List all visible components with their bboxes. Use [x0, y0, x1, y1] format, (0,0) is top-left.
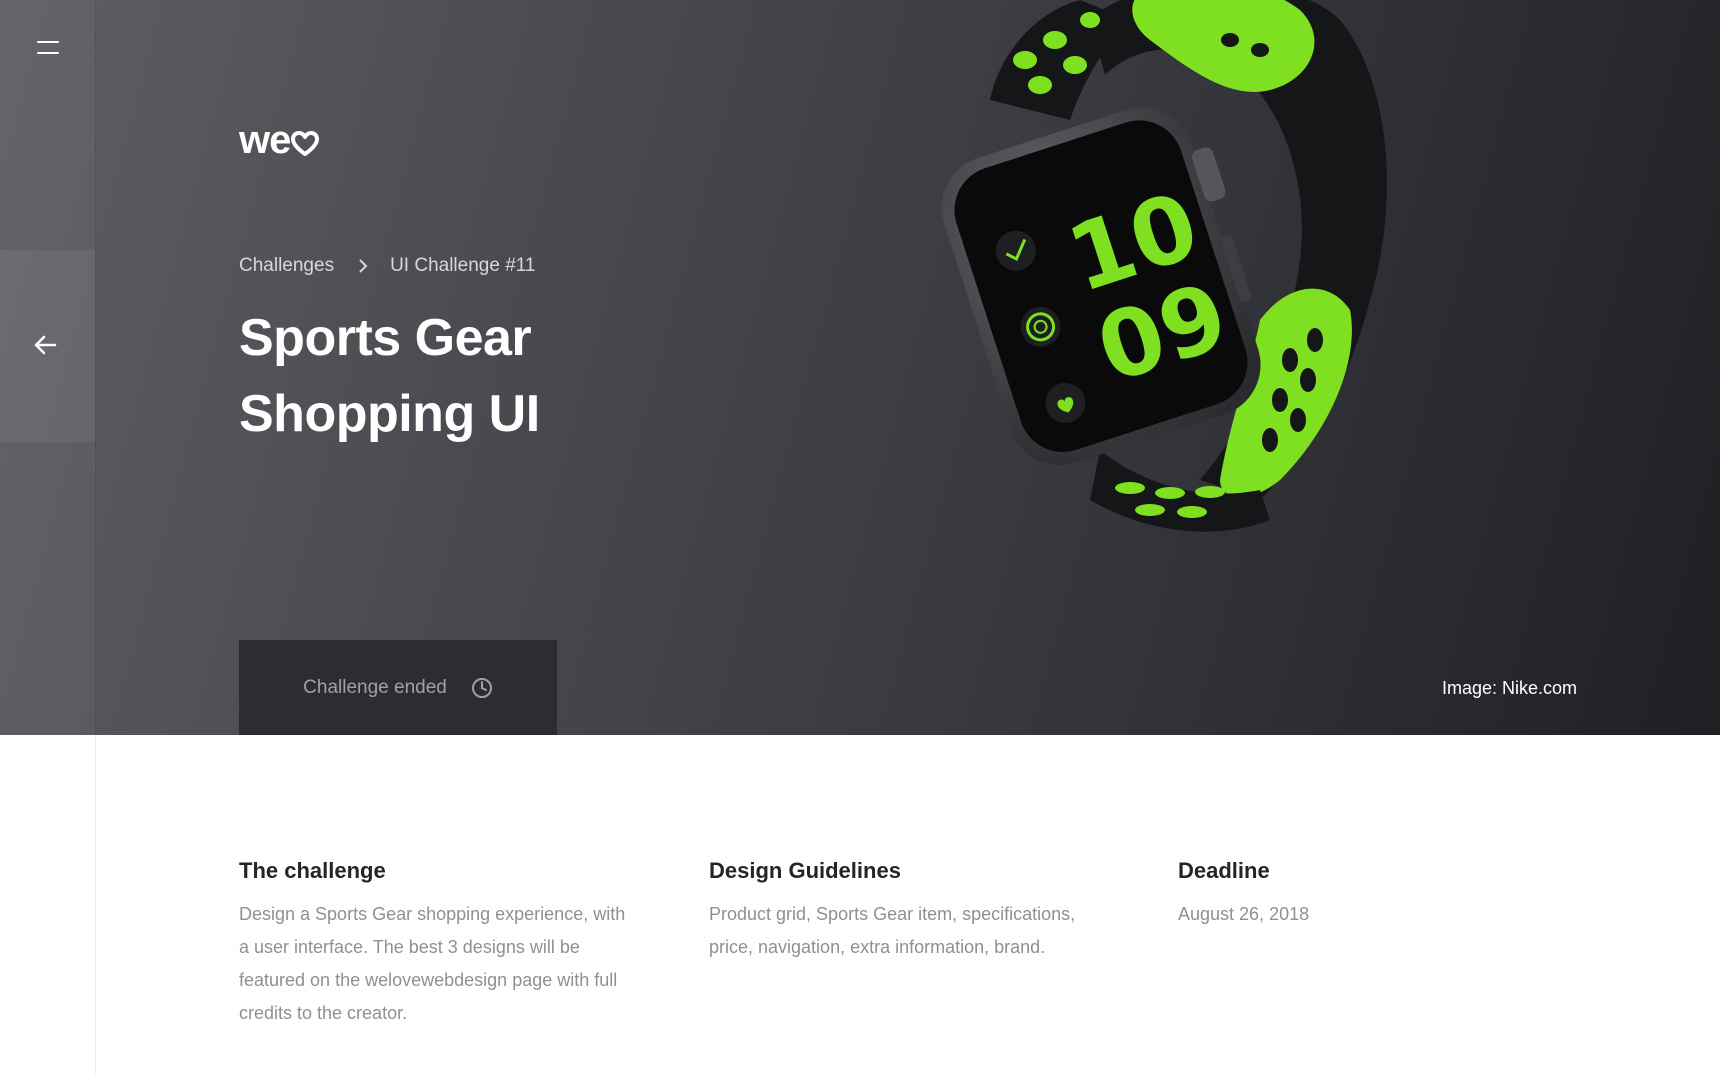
info-challenge: The challenge Design a Sports Gear shopp…: [239, 858, 639, 1030]
image-credit: Image: Nike.com: [1441, 678, 1577, 698]
info-guidelines-heading: Design Guidelines: [709, 858, 901, 883]
brand-logo-text: we: [239, 118, 291, 162]
breadcrumb: Challenges UI Challenge #11: [239, 255, 536, 277]
back-button[interactable]: [0, 250, 95, 442]
info-guidelines: Design Guidelines Product grid, Sports G…: [709, 858, 1079, 964]
info-challenge-heading: The challenge: [239, 858, 386, 883]
sidebar: [0, 0, 96, 1074]
info-deadline-heading: Deadline: [1178, 858, 1270, 883]
info-deadline-text: August 26, 2018: [1178, 904, 1310, 924]
info-challenge-text: Design a Sports Gear shopping experience…: [239, 904, 626, 1023]
chevron-right-icon: [358, 258, 368, 274]
heart-icon: [291, 130, 320, 156]
hamburger-menu-icon[interactable]: [28, 30, 68, 66]
brand-logo[interactable]: we: [239, 118, 320, 163]
hero-section: 10 09 we Challenges UI Challenge #11 Spo…: [0, 0, 1720, 735]
page-title: Sports Gear Shopping UI: [239, 300, 659, 452]
arrow-left-icon: [34, 335, 57, 355]
challenge-status-badge: Challenge ended: [239, 640, 557, 735]
clock-icon: [471, 677, 492, 698]
info-guidelines-text: Product grid, Sports Gear item, specific…: [709, 904, 1076, 957]
smartwatch-image: 10 09: [941, 0, 1387, 532]
page-title-line-1: Sports Gear: [239, 309, 532, 367]
breadcrumb-item-current[interactable]: UI Challenge #11: [390, 255, 535, 277]
page-title-line-2: Shopping UI: [239, 385, 540, 443]
challenge-status-label: Challenge ended: [303, 676, 447, 698]
breadcrumb-item-challenges[interactable]: Challenges: [239, 255, 334, 277]
info-deadline: Deadline August 26, 2018: [1178, 858, 1478, 931]
